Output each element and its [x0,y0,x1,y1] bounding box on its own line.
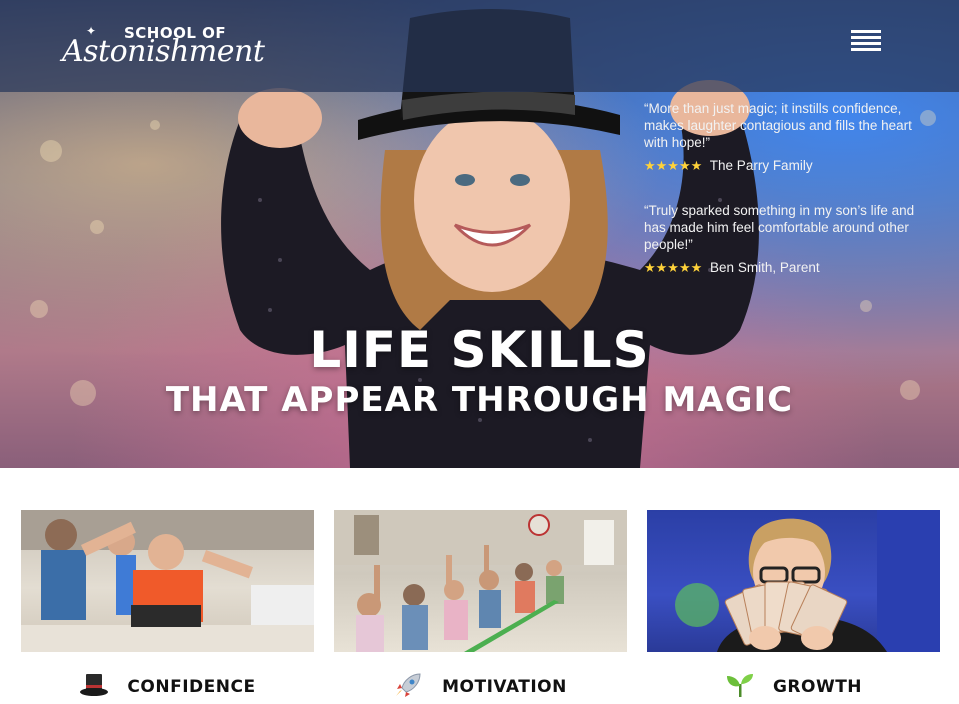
testimonial-attribution: ★★★★★ The Parry Family [644,157,934,174]
five-star-rating-icon: ★★★★★ [644,260,703,275]
hero-headline: LIFE SKILLS THAT APPEAR THROUGH MAGIC [0,322,959,420]
feature-label: CONFIDENCE [127,677,256,697]
testimonial: “Truly sparked something in my son’s lif… [644,202,934,276]
top-hat-icon [79,672,109,703]
headline-line-1: LIFE SKILLS [309,321,650,379]
testimonial: “More than just magic; it instills confi… [644,100,934,174]
boy-with-cards-photo [647,510,940,652]
feature-caption: CONFIDENCE [21,672,314,702]
five-star-rating-icon: ★★★★★ [644,158,703,173]
testimonials: “More than just magic; it instills confi… [644,100,934,304]
testimonial-author: The Parry Family [709,158,813,173]
feature-card-confidence[interactable]: CONFIDENCE [21,510,314,697]
testimonial-quote: “More than just magic; it instills confi… [644,101,912,150]
rocket-icon [394,672,424,703]
testimonial-author: Ben Smith, Parent [710,260,820,275]
feature-caption: MOTIVATION [334,672,627,702]
testimonial-quote: “Truly sparked something in my son’s lif… [644,203,915,252]
feature-card-growth[interactable]: GROWTH [647,510,940,697]
seedling-icon [725,672,755,703]
boy-celebrating-photo [21,510,314,652]
children-raising-hands-photo [334,510,627,652]
hamburger-menu-icon[interactable] [851,30,881,56]
headline-line-2: THAT APPEAR THROUGH MAGIC [165,380,794,420]
school-logo[interactable]: ✦ SCHOOL OF Astonishment [62,20,265,76]
hero-banner: ✦ SCHOOL OF Astonishment “More than just… [0,0,959,468]
feature-card-motivation[interactable]: MOTIVATION [334,510,627,697]
feature-label: GROWTH [772,677,863,697]
top-navigation-bar: ✦ SCHOOL OF Astonishment [0,0,959,92]
testimonial-attribution: ★★★★★ Ben Smith, Parent [644,259,934,276]
feature-caption: GROWTH [647,672,940,702]
logo-main-text: Astonishment [62,34,265,69]
feature-label: MOTIVATION [442,677,567,697]
